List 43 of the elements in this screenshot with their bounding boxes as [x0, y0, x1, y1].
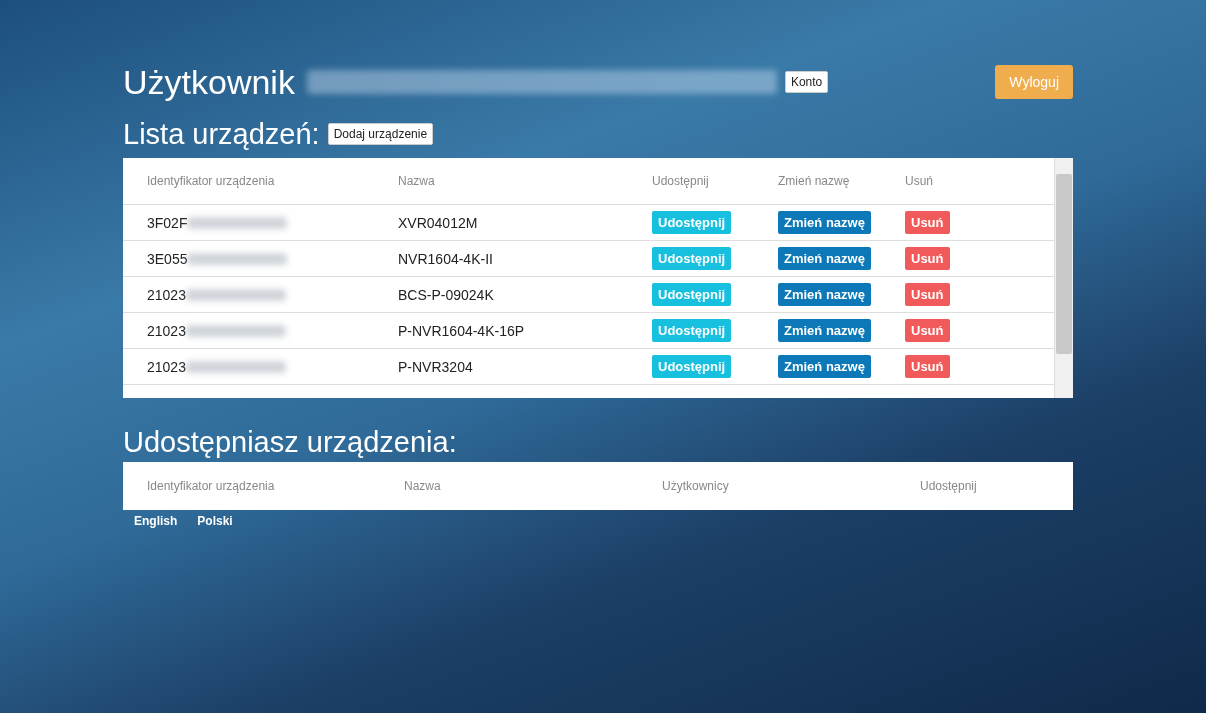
- language-link[interactable]: Polski: [197, 514, 233, 528]
- column-header: Identyfikator urządzenia: [147, 479, 276, 493]
- rename-button[interactable]: Zmień nazwę: [778, 355, 871, 378]
- device-id: 21023: [147, 322, 186, 339]
- share-button[interactable]: Udostępnij: [652, 319, 732, 342]
- device-id: 21023: [147, 358, 186, 375]
- share-button[interactable]: Udostępnij: [652, 283, 732, 306]
- page-title: Użytkownik: [123, 62, 295, 102]
- rename-button[interactable]: Zmień nazwę: [778, 247, 871, 270]
- column-header: Udostępnij: [652, 174, 710, 188]
- column-header: Nazwa: [398, 174, 436, 188]
- device-name: P-NVR1604-4K-16P: [398, 322, 526, 339]
- device-id: 3F02F: [147, 214, 188, 231]
- column-header: Usuń: [905, 174, 934, 188]
- delete-button[interactable]: Usuń: [905, 247, 950, 270]
- column-header: Użytkownicy: [662, 479, 730, 493]
- section-title: Udostępniasz urządzenia:: [123, 425, 458, 460]
- delete-button[interactable]: Usuń: [905, 211, 950, 234]
- device-id: 3E055: [147, 250, 188, 267]
- device-name: BCS-P-09024K: [398, 286, 495, 303]
- share-button[interactable]: Udostępnij: [652, 355, 732, 378]
- delete-button[interactable]: Usuń: [905, 283, 950, 306]
- share-button[interactable]: Udostępnij: [652, 211, 732, 234]
- column-header: Zmień nazwę: [778, 174, 851, 188]
- rename-button[interactable]: Zmień nazwę: [778, 319, 871, 342]
- rename-button[interactable]: Zmień nazwę: [778, 283, 871, 306]
- column-header: Identyfikator urządzenia: [147, 174, 276, 188]
- column-header: Nazwa: [404, 479, 442, 493]
- column-header: Udostępnij: [920, 479, 978, 493]
- device-name: XVR04012M: [398, 214, 479, 231]
- device-name: NVR1604-4K-II: [398, 250, 494, 267]
- add-device-button[interactable]: Dodaj urządzenie: [327, 123, 434, 145]
- device-name: P-NVR3204: [398, 358, 474, 375]
- logout-button[interactable]: Wyloguj: [995, 65, 1073, 99]
- account-button[interactable]: Konto: [784, 71, 829, 93]
- share-button[interactable]: Udostępnij: [652, 247, 732, 270]
- device-id: 21023: [147, 286, 186, 303]
- language-link[interactable]: English: [134, 514, 178, 528]
- delete-button[interactable]: Usuń: [905, 355, 950, 378]
- section-title: Lista urządzeń:: [123, 117, 320, 151]
- delete-button[interactable]: Usuń: [905, 319, 950, 342]
- scrollbar[interactable]: [1054, 158, 1073, 398]
- rename-button[interactable]: Zmień nazwę: [778, 211, 871, 234]
